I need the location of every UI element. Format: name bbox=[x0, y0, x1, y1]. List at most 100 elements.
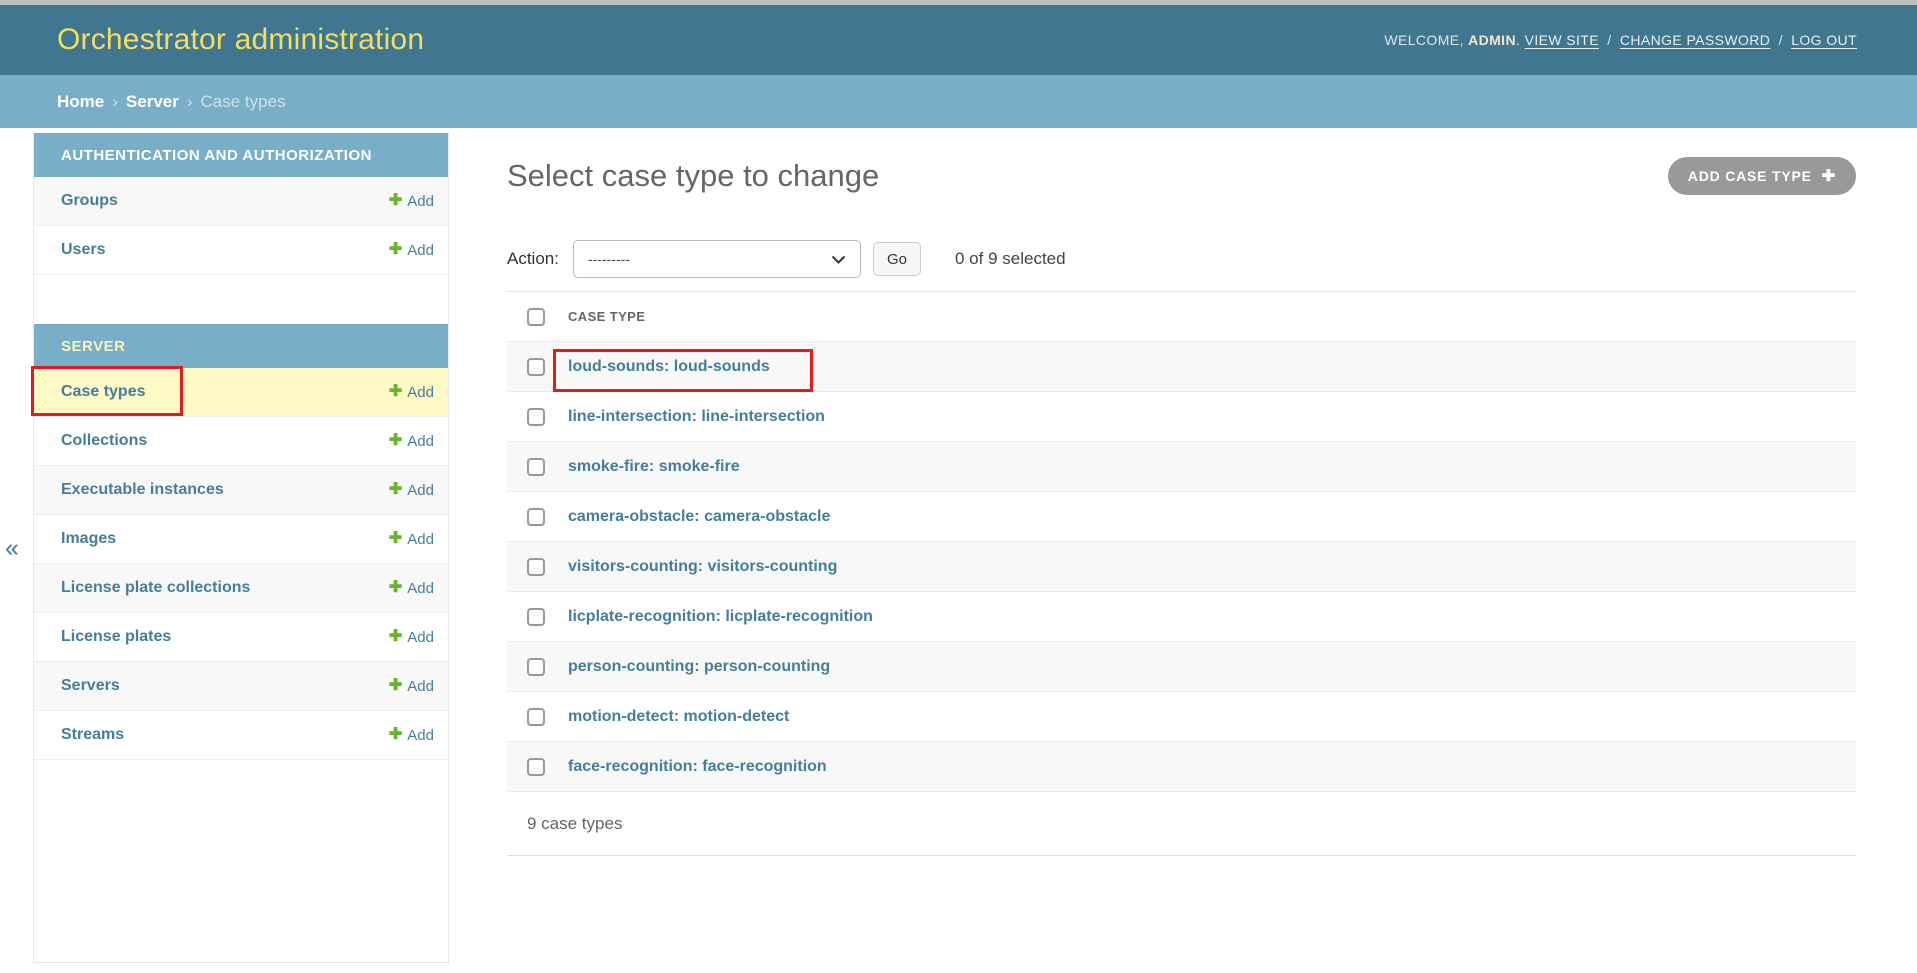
row-checkbox[interactable] bbox=[527, 558, 545, 576]
add-case-type-button[interactable]: ADD CASE TYPE ✚ bbox=[1668, 157, 1856, 195]
sidebar-link-users[interactable]: Users bbox=[61, 241, 105, 259]
sidebar-add-images[interactable]: ✚ Add bbox=[389, 531, 434, 548]
action-select[interactable]: --------- bbox=[573, 240, 861, 278]
admin-header: Orchestrator administration WELCOME, ADM… bbox=[0, 5, 1917, 75]
sidebar-add-groups[interactable]: ✚ Add bbox=[389, 193, 434, 210]
sidebar-add-license-plates[interactable]: ✚ Add bbox=[389, 629, 434, 646]
plus-icon: ✚ bbox=[389, 482, 402, 498]
sidebar-add-servers[interactable]: ✚ Add bbox=[389, 678, 434, 695]
results-count: 9 case types bbox=[507, 792, 1856, 856]
welcome-text: WELCOME, bbox=[1384, 32, 1463, 48]
table-row: line-intersection: line-intersection bbox=[507, 392, 1856, 442]
log-out-link[interactable]: LOG OUT bbox=[1791, 32, 1857, 48]
row-checkbox[interactable] bbox=[527, 358, 545, 376]
sidebar-add-streams[interactable]: ✚ Add bbox=[389, 727, 434, 744]
table-row: person-counting: person-counting bbox=[507, 642, 1856, 692]
breadcrumb-home[interactable]: Home bbox=[57, 92, 104, 112]
add-label: Add bbox=[407, 629, 434, 646]
sidebar-link-servers[interactable]: Servers bbox=[61, 677, 120, 695]
select-all-checkbox[interactable] bbox=[527, 308, 545, 326]
site-title: Orchestrator administration bbox=[57, 23, 424, 57]
change-password-link[interactable]: CHANGE PASSWORD bbox=[1620, 32, 1770, 48]
user-tools: WELCOME, ADMIN. VIEW SITE / CHANGE PASSW… bbox=[1384, 32, 1857, 48]
add-label: Add bbox=[407, 678, 434, 695]
plus-icon: ✚ bbox=[389, 433, 402, 449]
sidebar-add-users[interactable]: ✚ Add bbox=[389, 242, 434, 259]
sidebar-section-auth: Groups ✚ Add Users ✚ Add bbox=[34, 177, 448, 275]
case-type-link-face-recognition[interactable]: face-recognition: face-recognition bbox=[568, 758, 827, 776]
row-checkbox[interactable] bbox=[527, 708, 545, 726]
sidebar-add-executable-instances[interactable]: ✚ Add bbox=[389, 482, 434, 499]
sidebar-collapse-toggle[interactable]: « bbox=[5, 536, 19, 561]
sidebar-item-case-types: Case types ✚ Add bbox=[34, 368, 448, 417]
link-separator: / bbox=[1779, 32, 1783, 48]
actions-bar: Action: --------- Go 0 of 9 selected bbox=[507, 240, 1856, 278]
action-label: Action: bbox=[507, 249, 559, 269]
sidebar-section-auth-header: AUTHENTICATION AND AUTHORIZATION bbox=[34, 133, 448, 177]
sidebar-item-executable-instances: Executable instances ✚ Add bbox=[34, 466, 448, 515]
row-checkbox-cell bbox=[507, 558, 568, 576]
sidebar-link-collections[interactable]: Collections bbox=[61, 432, 147, 450]
row-checkbox-cell bbox=[507, 358, 568, 376]
go-button[interactable]: Go bbox=[873, 242, 921, 276]
add-label: Add bbox=[407, 580, 434, 597]
plus-icon: ✚ bbox=[389, 580, 402, 596]
sidebar-link-streams[interactable]: Streams bbox=[61, 726, 124, 744]
column-header-case-type: CASE TYPE bbox=[568, 309, 645, 324]
sidebar-section-server: Case types ✚ Add Collections ✚ Add Execu… bbox=[34, 368, 448, 760]
plus-icon: ✚ bbox=[389, 727, 402, 743]
row-checkbox[interactable] bbox=[527, 508, 545, 526]
sidebar-link-images[interactable]: Images bbox=[61, 530, 116, 548]
add-case-type-label: ADD CASE TYPE bbox=[1688, 168, 1812, 184]
row-checkbox[interactable] bbox=[527, 758, 545, 776]
sidebar-link-groups[interactable]: Groups bbox=[61, 192, 118, 210]
sidebar-item-license-plates: License plates ✚ Add bbox=[34, 613, 448, 662]
selection-counter: 0 of 9 selected bbox=[955, 249, 1066, 269]
chevron-down-icon bbox=[831, 255, 846, 264]
sidebar-item-groups: Groups ✚ Add bbox=[34, 177, 448, 226]
sidebar-add-collections[interactable]: ✚ Add bbox=[389, 433, 434, 450]
case-type-link-smoke-fire[interactable]: smoke-fire: smoke-fire bbox=[568, 458, 740, 476]
add-label: Add bbox=[407, 433, 434, 450]
table-header-row: CASE TYPE bbox=[507, 292, 1856, 342]
row-checkbox[interactable] bbox=[527, 658, 545, 676]
add-label: Add bbox=[407, 727, 434, 744]
breadcrumb-separator: › bbox=[112, 92, 118, 112]
case-type-link-motion-detect[interactable]: motion-detect: motion-detect bbox=[568, 708, 789, 726]
case-type-link-licplate-recognition[interactable]: licplate-recognition: licplate-recogniti… bbox=[568, 608, 873, 626]
table-row: visitors-counting: visitors-counting bbox=[507, 542, 1856, 592]
breadcrumb-server[interactable]: Server bbox=[126, 92, 179, 112]
add-label: Add bbox=[407, 384, 434, 401]
link-separator: / bbox=[1607, 32, 1611, 48]
username-suffix: . bbox=[1516, 32, 1520, 48]
sidebar: AUTHENTICATION AND AUTHORIZATION Groups … bbox=[33, 133, 449, 963]
row-checkbox-cell bbox=[507, 458, 568, 476]
sidebar-link-license-plates[interactable]: License plates bbox=[61, 628, 171, 646]
sidebar-item-images: Images ✚ Add bbox=[34, 515, 448, 564]
case-type-link-loud-sounds[interactable]: loud-sounds: loud-sounds bbox=[568, 358, 770, 376]
sidebar-link-executable-instances[interactable]: Executable instances bbox=[61, 481, 224, 499]
breadcrumb-separator: › bbox=[187, 92, 193, 112]
case-type-link-camera-obstacle[interactable]: camera-obstacle: camera-obstacle bbox=[568, 508, 830, 526]
row-checkbox-cell bbox=[507, 758, 568, 776]
view-site-link[interactable]: VIEW SITE bbox=[1525, 32, 1599, 48]
table-row: licplate-recognition: licplate-recogniti… bbox=[507, 592, 1856, 642]
sidebar-link-license-plate-collections[interactable]: License plate collections bbox=[61, 579, 250, 597]
sidebar-add-case-types[interactable]: ✚ Add bbox=[389, 384, 434, 401]
plus-icon: ✚ bbox=[389, 629, 402, 645]
case-type-link-visitors-counting[interactable]: visitors-counting: visitors-counting bbox=[568, 558, 837, 576]
sidebar-item-servers: Servers ✚ Add bbox=[34, 662, 448, 711]
sidebar-link-case-types[interactable]: Case types bbox=[61, 383, 146, 401]
case-type-link-person-counting[interactable]: person-counting: person-counting bbox=[568, 658, 830, 676]
table-row: camera-obstacle: camera-obstacle bbox=[507, 492, 1856, 542]
table-row: loud-sounds: loud-sounds bbox=[507, 342, 1856, 392]
plus-icon: ✚ bbox=[389, 678, 402, 694]
row-checkbox[interactable] bbox=[527, 608, 545, 626]
row-checkbox[interactable] bbox=[527, 408, 545, 426]
breadcrumb-current: Case types bbox=[201, 92, 286, 112]
sidebar-item-users: Users ✚ Add bbox=[34, 226, 448, 275]
case-type-link-line-intersection[interactable]: line-intersection: line-intersection bbox=[568, 408, 825, 426]
row-checkbox[interactable] bbox=[527, 458, 545, 476]
sidebar-add-license-plate-collections[interactable]: ✚ Add bbox=[389, 580, 434, 597]
table-row: motion-detect: motion-detect bbox=[507, 692, 1856, 742]
